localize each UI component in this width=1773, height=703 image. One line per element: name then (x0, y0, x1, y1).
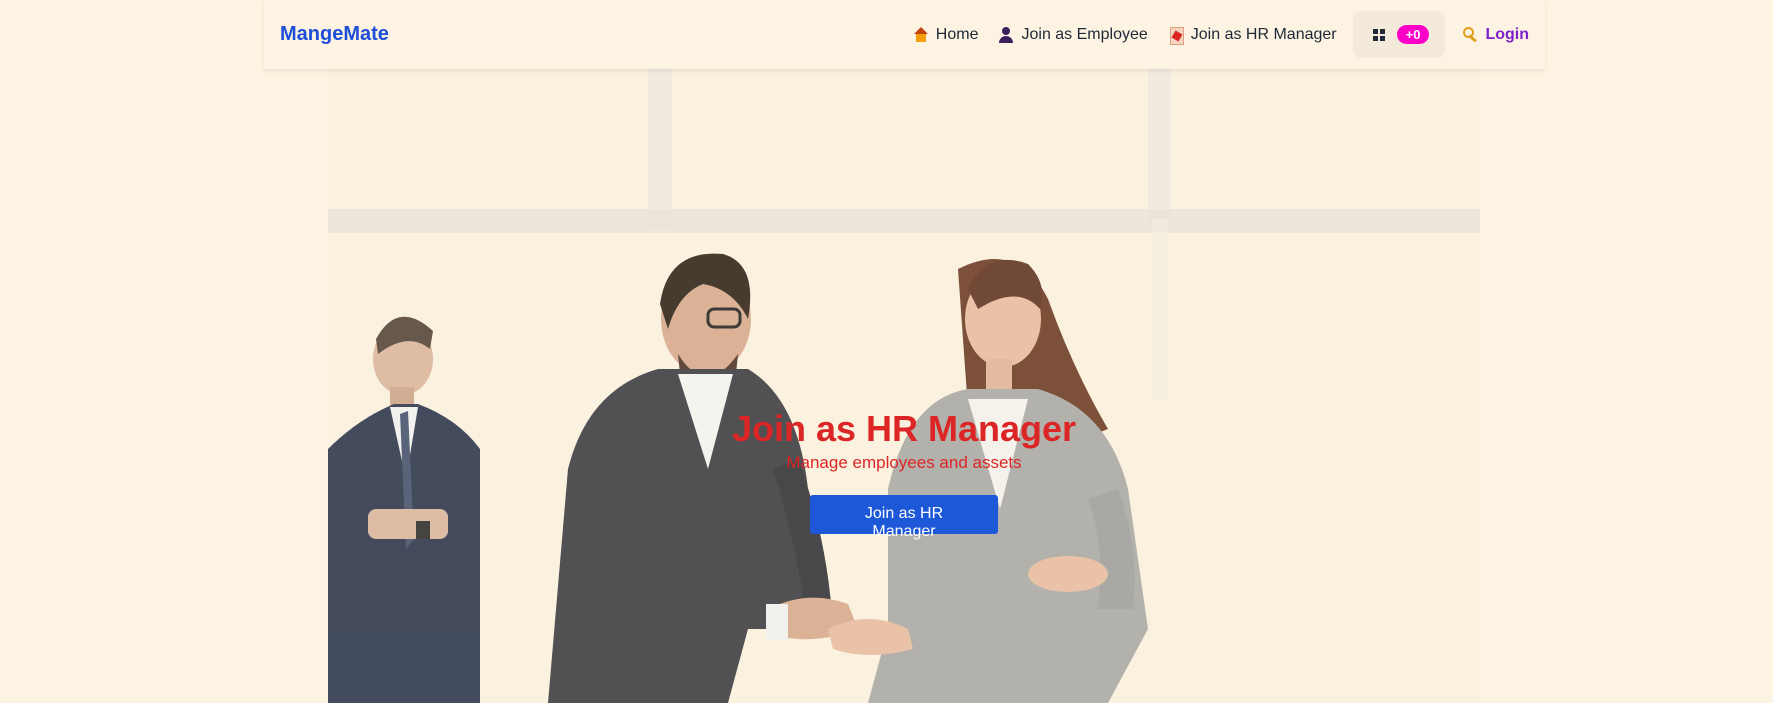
document-icon (1168, 26, 1184, 45)
hero-banner: Join as HR Manager Manage employees and … (328, 69, 1480, 703)
hero-subtitle: Manage employees and assets (786, 452, 1022, 472)
nav-item-join-employee[interactable]: Join as Employee (988, 18, 1157, 52)
navbar: MangeMate Home Join as Employee Join as … (264, 0, 1545, 69)
login-link[interactable]: Login (1451, 18, 1529, 52)
nav-item-join-hr-manager[interactable]: Join as HR Manager (1158, 18, 1347, 52)
user-icon (998, 26, 1014, 43)
join-hr-manager-button[interactable]: Join as HR Manager (810, 494, 998, 540)
nav-item-home[interactable]: Home (903, 18, 989, 52)
login-label: Login (1485, 25, 1529, 43)
nav-item-label: Join as HR Manager (1190, 25, 1337, 43)
house-icon (913, 26, 929, 43)
hero-content: Join as HR Manager Manage employees and … (328, 409, 1480, 540)
hero-title: Join as HR Manager (731, 408, 1077, 449)
brand-logo[interactable]: MangeMate (280, 23, 389, 46)
count-badge: +0 (1396, 25, 1430, 44)
nav-item-label: Home (935, 25, 979, 43)
dashboard-grid-icon (1372, 28, 1385, 41)
nav-menu: Home Join as Employee Join as HR Manager… (903, 11, 1529, 58)
business-handshake-photo (328, 69, 1480, 703)
key-icon (1463, 26, 1479, 43)
nav-item-label: Join as Employee (1021, 25, 1148, 43)
dashboard-button[interactable]: +0 (1352, 11, 1446, 58)
